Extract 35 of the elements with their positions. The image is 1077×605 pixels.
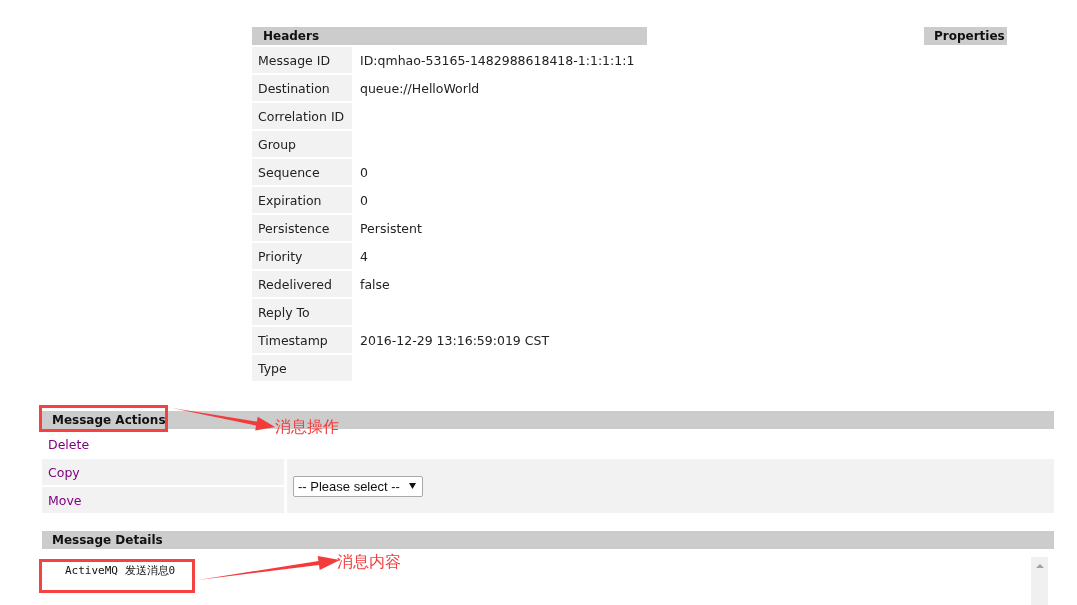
scrollbar[interactable]: [1031, 557, 1048, 605]
header-value-cell-text: 0: [359, 163, 369, 182]
header-label-cell: Priority: [252, 243, 352, 269]
annotation-text: 消息操作: [275, 418, 339, 436]
header-label-cell: Reply To: [252, 299, 352, 325]
header-label-cell: Expiration: [252, 187, 352, 213]
message-body-text: ActiveMQ 发送消息0: [64, 563, 176, 578]
header-value-cell-text: queue://HelloWorld: [359, 79, 481, 98]
delete-link[interactable]: Delete: [48, 436, 90, 452]
section-title: Message Details: [52, 532, 163, 549]
header-label-cell: Correlation ID: [252, 103, 352, 129]
header-label-cell: Message ID: [252, 47, 352, 73]
header-label-cell: Timestamp: [252, 327, 352, 353]
header-label-cell: Group: [252, 131, 352, 157]
section-title: Headers: [263, 28, 320, 45]
header-label-cell: Destination: [252, 75, 352, 101]
caret-icon: [409, 483, 416, 489]
header-value-cell-text: false: [359, 275, 391, 294]
header-value-cell-text: Persistent: [359, 219, 423, 238]
arrow-icon: [172, 408, 275, 431]
annotation-text: 消息内容: [337, 553, 401, 571]
header-label-cell: Sequence: [252, 159, 352, 185]
header-label-cell: Redelivered: [252, 271, 352, 297]
header-value-cell-text: ID:qmhao-53165-1482988618418-1:1:1:1:1: [359, 51, 636, 70]
section-title: Message Actions: [52, 413, 166, 427]
section-title: Properties: [934, 28, 1005, 45]
action-link[interactable]: Copy: [48, 464, 80, 480]
header-label-cell: Persistence: [252, 215, 352, 241]
scroll-up-icon: [1035, 564, 1044, 568]
header-value-cell-text: 4: [359, 247, 369, 266]
action-link[interactable]: Move: [48, 492, 82, 508]
header-value-cell-text: 2016-12-29 13:16:59:019 CST: [359, 331, 551, 350]
header-label-cell: Type: [252, 355, 352, 381]
destination-select[interactable]: -- Please select --: [293, 475, 423, 497]
header-value-cell-text: 0: [359, 191, 369, 210]
